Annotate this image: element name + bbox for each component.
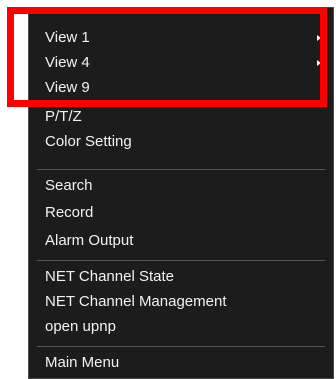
menu-item-view-9[interactable]: View 9 (45, 77, 323, 99)
menu-item-label: View 1 (45, 29, 90, 46)
menu-item-record[interactable]: Record (45, 202, 323, 224)
menu-item-ptz[interactable]: P/T/Z (45, 106, 323, 128)
menu-separator (37, 346, 325, 347)
menu-separator (37, 169, 325, 170)
menu-item-label: Alarm Output (45, 232, 134, 249)
menu-item-label: View 4 (45, 54, 90, 71)
menu-item-main-menu[interactable]: Main Menu (45, 352, 323, 374)
menu-item-label: open upnp (45, 318, 116, 335)
menu-item-search[interactable]: Search (45, 175, 323, 197)
menu-item-label: P/T/Z (45, 108, 82, 125)
menu-item-label: View 9 (45, 79, 90, 96)
menu-item-label: NET Channel State (45, 268, 174, 285)
submenu-arrow-icon (317, 60, 321, 66)
context-menu: View 1 View 4 View 9 P/T/Z Color Setting… (28, 7, 334, 379)
menu-item-color-setting[interactable]: Color Setting (45, 131, 323, 153)
menu-item-alarm-output[interactable]: Alarm Output (45, 230, 323, 252)
menu-item-label: Record (45, 204, 94, 221)
menu-item-label: Color Setting (45, 133, 132, 150)
menu-item-label: Search (45, 177, 93, 194)
menu-item-net-channel-management[interactable]: NET Channel Management (45, 291, 323, 313)
menu-item-open-upnp[interactable]: open upnp (45, 316, 323, 338)
menu-item-net-channel-state[interactable]: NET Channel State (45, 266, 323, 288)
menu-item-view-1[interactable]: View 1 (45, 27, 323, 49)
menu-item-label: NET Channel Management (45, 293, 227, 310)
submenu-arrow-icon (317, 35, 321, 41)
menu-item-label: Main Menu (45, 354, 120, 371)
menu-item-view-4[interactable]: View 4 (45, 52, 323, 74)
menu-separator (37, 260, 325, 261)
